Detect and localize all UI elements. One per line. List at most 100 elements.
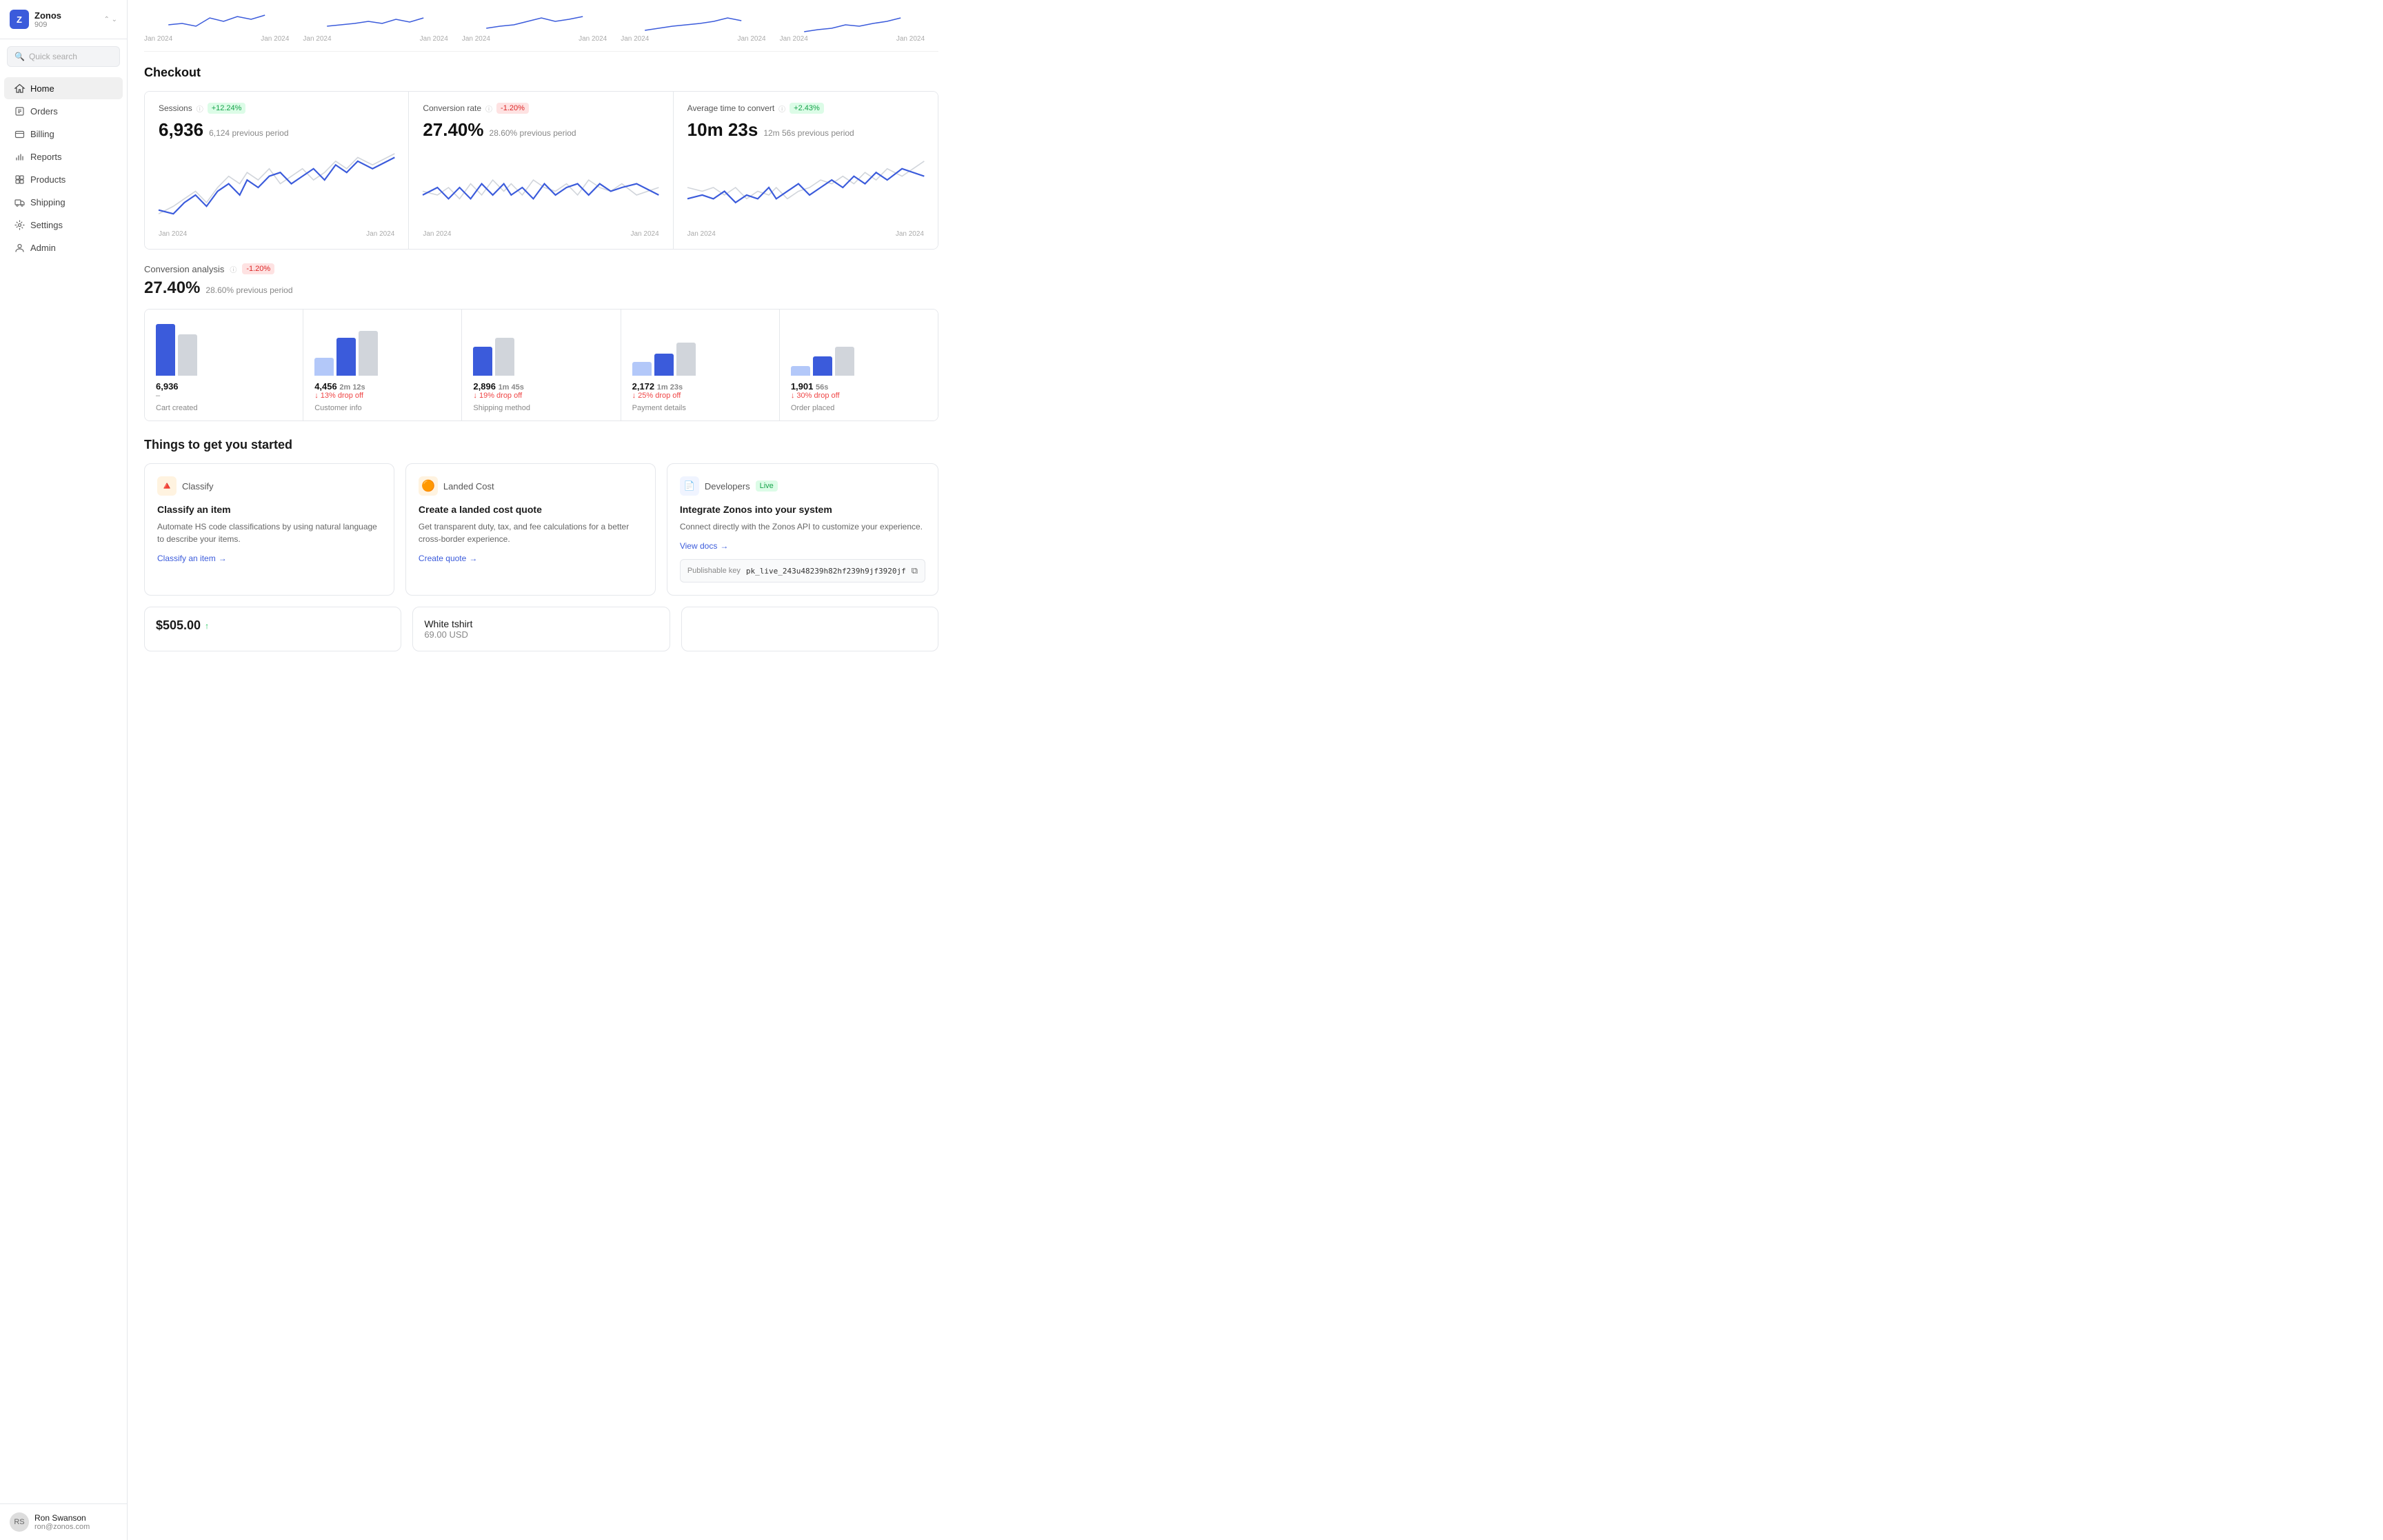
conversion-badge: -1.20% (496, 103, 529, 114)
products-icon (14, 174, 25, 185)
avgtime-prev: 12m 56s previous period (763, 128, 854, 138)
sidebar: Z Zonos 909 ⌃ ⌄ 🔍 Quick search Home Orde… (0, 0, 128, 1540)
mini-chart-2: Jan 2024 Jan 2024 (303, 6, 461, 45)
sidebar-nav: Home Orders Billing Reports Products (0, 74, 127, 1503)
reports-icon (14, 151, 25, 162)
metric-avgtime-header: Average time to convert ⓘ +2.43% (687, 103, 924, 114)
sessions-prev: 6,124 previous period (209, 128, 288, 138)
copy-icon[interactable]: ⧉ (912, 565, 918, 576)
funnel-count-3: 2,896 1m 45s (473, 381, 609, 392)
funnel-bars-3 (473, 321, 609, 376)
funnel-bar-blue-4 (654, 354, 674, 376)
app-info: Zonos 909 (34, 10, 61, 29)
mini-chart-4: Jan 2024 Jan 2024 (621, 6, 779, 45)
funnel-bar-top-5 (791, 366, 810, 376)
classify-card-desc: Automate HS code classifications by usin… (157, 520, 381, 545)
conv-value-row: 27.40% 28.60% previous period (144, 278, 938, 298)
classify-card-link[interactable]: Classify an item → (157, 554, 381, 563)
sidebar-item-reports[interactable]: Reports (4, 145, 123, 168)
sidebar-item-billing[interactable]: Billing (4, 123, 123, 145)
funnel-shipping-method: 2,896 1m 45s ↓ 19% drop off Shipping met… (462, 310, 621, 421)
sidebar-item-label: Reports (30, 152, 62, 162)
funnel-time-1: – (156, 392, 292, 400)
funnel-count-1: 6,936 (156, 381, 292, 392)
bottom-card-2: White tshirt 69.00 USD (412, 607, 670, 651)
funnel-cart-created: 6,936 – Cart created (145, 310, 303, 421)
classify-card-header: 🔺 Classify (157, 476, 381, 496)
funnel-bar-blue-3 (473, 347, 492, 376)
sessions-value-row: 6,936 6,124 previous period (159, 119, 394, 141)
developers-card: 📄 Developers Live Integrate Zonos into y… (667, 463, 938, 596)
sidebar-item-label: Billing (30, 129, 54, 139)
avgtime-chart-dates: Jan 2024 Jan 2024 (687, 230, 924, 238)
main-content: Jan 2024 Jan 2024 Jan 2024 Jan 2024 Ja (128, 0, 2383, 1540)
conversion-value-row: 27.40% 28.60% previous period (423, 119, 658, 141)
sessions-chart (159, 146, 394, 229)
sessions-info-icon: ⓘ (197, 103, 203, 114)
landed-cost-card-header: 🟠 Landed Cost (419, 476, 643, 496)
user-info: Ron Swanson ron@zonos.com (34, 1513, 90, 1531)
chart-date-start: Jan 2024 (144, 35, 172, 43)
sidebar-item-admin[interactable]: Admin (4, 236, 123, 259)
conv-prev: 28.60% previous period (205, 285, 292, 295)
api-key-value: pk_live_243u48239h82hf239h9jf3920jf (746, 567, 906, 576)
developers-card-header: 📄 Developers Live (680, 476, 925, 496)
funnel-customer-info: 4,456 2m 12s ↓ 13% drop off Customer inf… (303, 310, 462, 421)
api-key-label: Publishable key (687, 567, 741, 575)
classify-card: 🔺 Classify Classify an item Automate HS … (144, 463, 394, 596)
avgtime-info-icon: ⓘ (778, 103, 785, 114)
classify-icon: 🔺 (157, 476, 177, 496)
bottom-item-price: 69.00 USD (424, 629, 658, 640)
sidebar-item-label: Products (30, 174, 66, 185)
search-placeholder: Quick search (29, 52, 77, 61)
funnel-bar-blue (156, 324, 175, 376)
sidebar-item-home[interactable]: Home (4, 77, 123, 99)
funnel-bar-top-4 (632, 362, 652, 376)
sidebar-item-settings[interactable]: Settings (4, 214, 123, 236)
price-arrow: ↑ (205, 621, 209, 631)
user-profile[interactable]: RS Ron Swanson ron@zonos.com (0, 1503, 127, 1540)
conv-analysis-header: Conversion analysis ⓘ -1.20% (144, 263, 938, 274)
developers-card-title: Integrate Zonos into your system (680, 504, 925, 515)
sidebar-item-products[interactable]: Products (4, 168, 123, 190)
funnel-label-1: Cart created (156, 404, 292, 412)
funnel-bar-gray-5 (835, 347, 854, 376)
classify-link-arrow: → (219, 554, 227, 563)
classify-card-title: Classify an item (157, 504, 381, 515)
avgtime-badge: +2.43% (790, 103, 824, 114)
sessions-value: 6,936 (159, 119, 203, 141)
metrics-row: Sessions ⓘ +12.24% 6,936 6,124 previous … (144, 91, 938, 250)
chevron-icon: ⌃ ⌄ (103, 16, 117, 23)
top-charts-row: Jan 2024 Jan 2024 Jan 2024 Jan 2024 Ja (144, 0, 938, 52)
funnel-row: 6,936 – Cart created 4,456 2m 12s ↓ 13% … (144, 309, 938, 421)
developers-card-link[interactable]: View docs → (680, 541, 925, 551)
conv-info-icon: ⓘ (230, 264, 237, 274)
funnel-label-4: Payment details (632, 404, 768, 412)
metric-conversion-header: Conversion rate ⓘ -1.20% (423, 103, 658, 114)
metric-sessions-header: Sessions ⓘ +12.24% (159, 103, 394, 114)
shipping-icon (14, 196, 25, 207)
quick-search[interactable]: 🔍 Quick search (7, 46, 120, 67)
sidebar-item-orders[interactable]: Orders (4, 100, 123, 122)
metric-avgtime: Average time to convert ⓘ +2.43% 10m 23s… (674, 92, 938, 249)
avgtime-value-row: 10m 23s 12m 56s previous period (687, 119, 924, 141)
sidebar-item-label: Home (30, 83, 54, 94)
funnel-bars-2 (314, 321, 450, 376)
developers-live-badge: Live (756, 480, 778, 492)
sidebar-item-shipping[interactable]: Shipping (4, 191, 123, 213)
conversion-label: Conversion rate (423, 103, 481, 113)
app-logo[interactable]: Z Zonos 909 (10, 10, 61, 29)
conv-big-value: 27.40% (144, 278, 200, 298)
sessions-badge: +12.24% (208, 103, 246, 114)
funnel-bar-gray-2 (359, 331, 378, 376)
bottom-items-row: $505.00 ↑ White tshirt 69.00 USD (144, 607, 938, 651)
funnel-bar-gray (178, 334, 197, 376)
chart-date-end: Jan 2024 (261, 35, 289, 43)
funnel-bar-gray-4 (676, 343, 696, 376)
conversion-info-icon: ⓘ (485, 103, 492, 114)
developers-service-name: Developers (705, 481, 750, 492)
funnel-payment-details: 2,172 1m 23s ↓ 25% drop off Payment deta… (621, 310, 780, 421)
landed-cost-card-link[interactable]: Create quote → (419, 554, 643, 563)
developers-card-desc: Connect directly with the Zonos API to c… (680, 520, 925, 533)
conv-analysis-label: Conversion analysis (144, 264, 224, 274)
